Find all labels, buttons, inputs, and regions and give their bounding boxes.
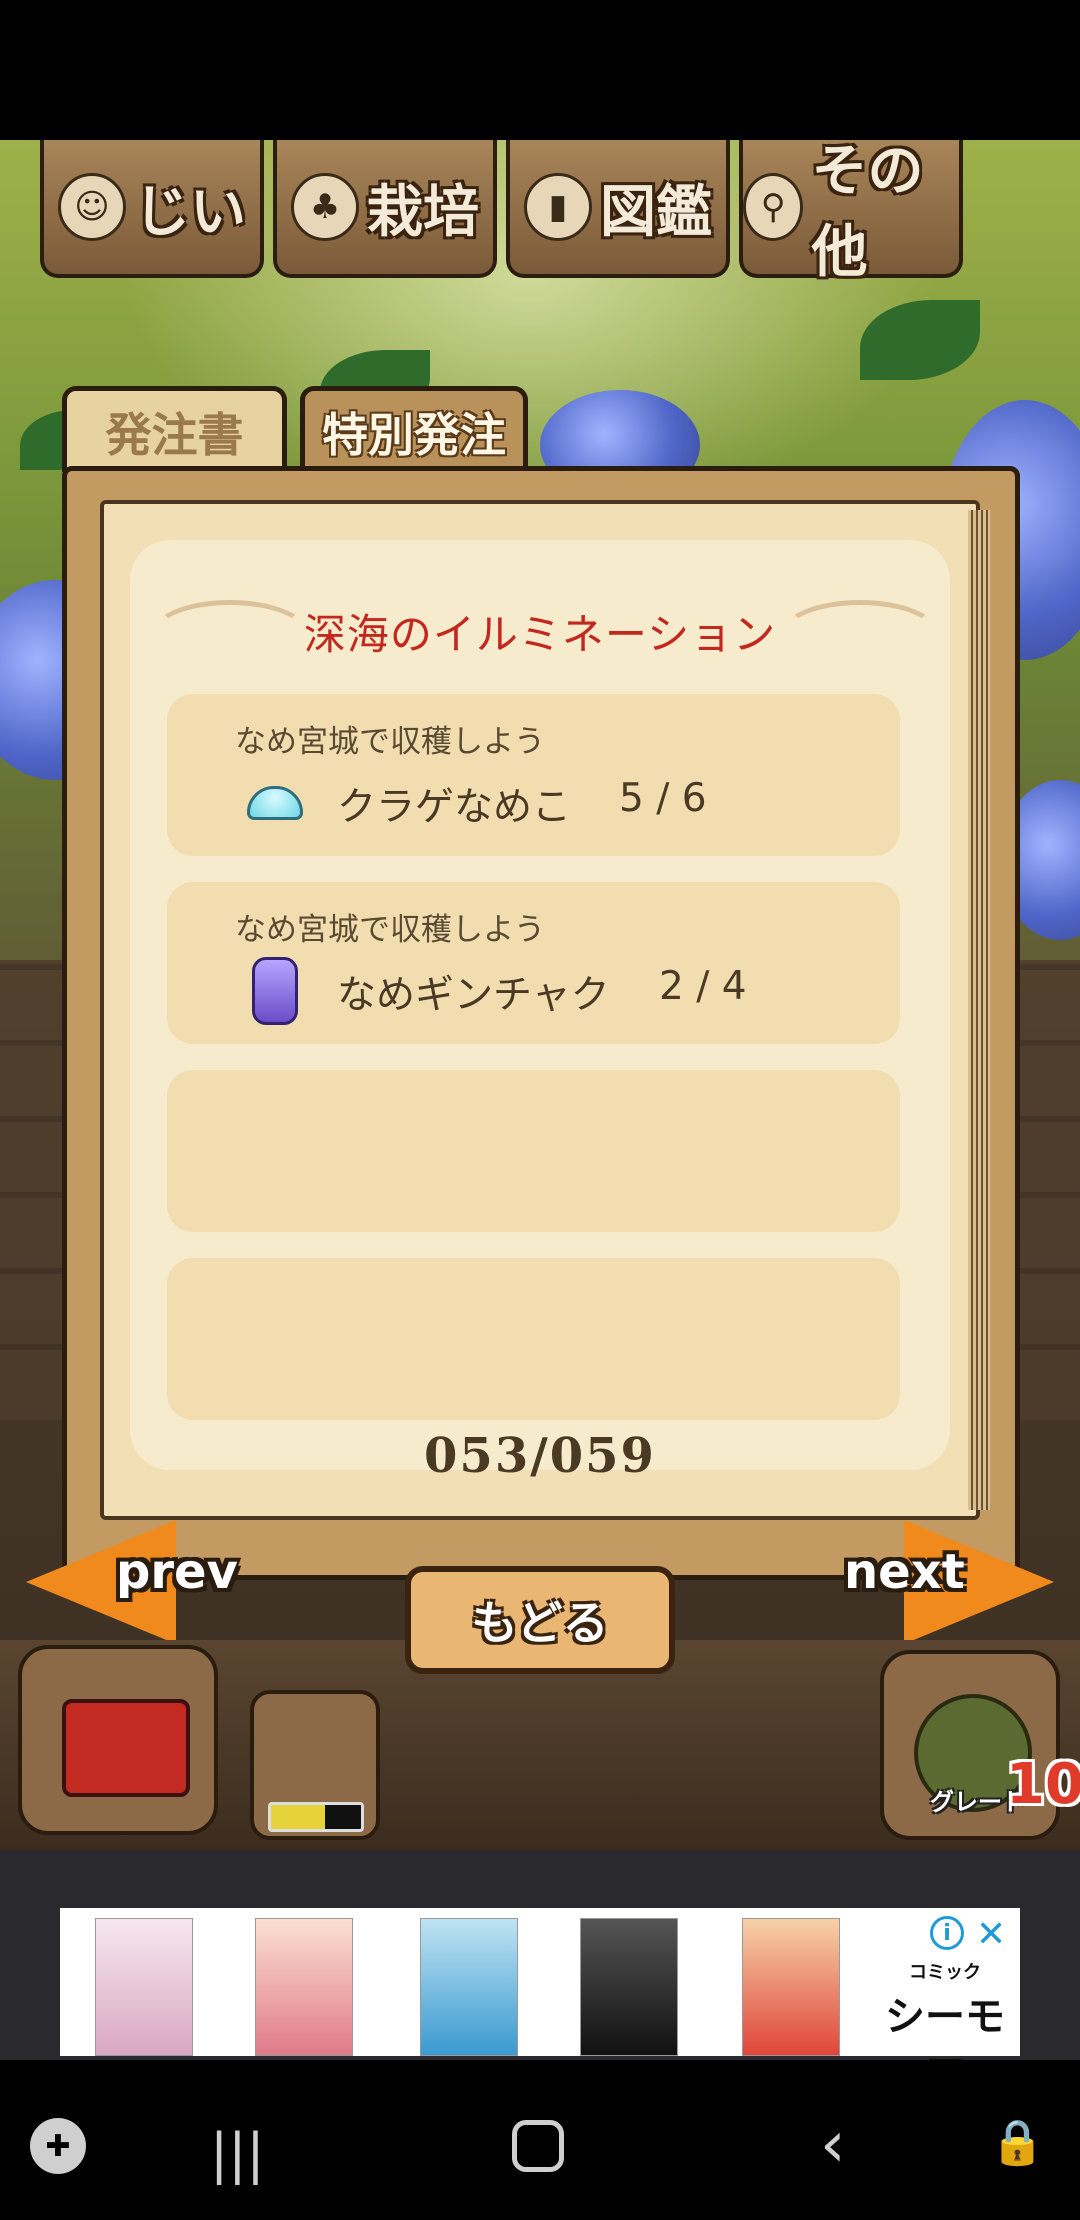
game-launcher-icon[interactable]: ✚ [30, 2118, 86, 2174]
toolbox-icon [62, 1699, 190, 1797]
book-page-edge [968, 510, 990, 1510]
menu-button-cultivate[interactable]: ♣ 栽培 [273, 140, 497, 278]
task-item-name: なめギンチャク [337, 973, 610, 1018]
ad-banner[interactable] [60, 1908, 1020, 2056]
ad-info-icon[interactable]: i [930, 1916, 964, 1950]
menu-label: 図鑑 [600, 179, 712, 245]
task-item-name: クラゲなめこ [337, 785, 572, 830]
prev-button[interactable]: prev [26, 1520, 256, 1644]
next-label: next [844, 1544, 965, 1600]
book-icon: ▮ [524, 173, 592, 241]
task-slot-4-empty [167, 1258, 900, 1420]
page-counter: 053/059 [424, 1428, 656, 1484]
next-button[interactable]: next [824, 1520, 1054, 1644]
jellyfish-nameko-icon [247, 774, 303, 832]
ad-book-cover[interactable] [255, 1918, 353, 2056]
back-button[interactable]: もどる [405, 1566, 675, 1674]
prev-label: prev [116, 1544, 238, 1600]
status-bar [0, 0, 1080, 140]
home-icon[interactable] [512, 2120, 564, 2172]
grade-value: 10 [1006, 1752, 1080, 1817]
task-subtitle: なめ宮城で収穫しよう [235, 912, 545, 948]
menu-button-other[interactable]: ⚲ その他 [739, 139, 963, 285]
magnifier-icon: ⚲ [743, 173, 804, 241]
menu-button-encyclopedia[interactable]: ▮ 図鑑 [506, 140, 730, 278]
mushroom-log-icon: ♣ [291, 173, 359, 241]
recent-apps-icon[interactable]: ||| [210, 2122, 265, 2185]
old-man-icon: ☺ [58, 173, 126, 241]
menu-button-jii[interactable]: ☺ じい [40, 140, 264, 278]
task-subtitle: なめ宮城で収穫しよう [235, 724, 545, 760]
toolbox-button[interactable] [18, 1645, 218, 1835]
order-title: 深海のイルミネーション [303, 609, 777, 659]
task-slot-3-empty [167, 1070, 900, 1232]
ad-book-cover[interactable] [580, 1918, 678, 2056]
tab-special-order[interactable]: 特別発注 [300, 386, 528, 472]
ad-book-cover[interactable] [95, 1918, 193, 2056]
task-progress: 2 / 4 [659, 964, 747, 1009]
back-icon[interactable]: ‹ [820, 2108, 846, 2182]
ad-brand-small: コミック [909, 1962, 981, 1983]
ad-book-cover[interactable] [742, 1918, 840, 2056]
menu-label: その他 [811, 139, 924, 285]
ad-book-cover[interactable] [420, 1918, 518, 2056]
menu-label: じい [134, 179, 246, 245]
task-slot-1: なめ宮城で収穫しよう クラゲなめこ 5 / 6 [167, 694, 900, 856]
anemone-nameko-icon [247, 957, 303, 1025]
battery-level [271, 1805, 325, 1829]
ad-close-icon[interactable]: ✕ [976, 1914, 1006, 1955]
task-slot-2: なめ宮城で収穫しよう なめギンチャク 2 / 4 [167, 882, 900, 1044]
task-progress: 5 / 6 [619, 776, 707, 821]
tab-order-sheet[interactable]: 発注書 [62, 386, 287, 472]
sprayer-battery [268, 1802, 364, 1832]
menu-label: 栽培 [367, 179, 479, 245]
screen-lock-icon[interactable]: 🔒 [990, 2116, 1045, 2168]
